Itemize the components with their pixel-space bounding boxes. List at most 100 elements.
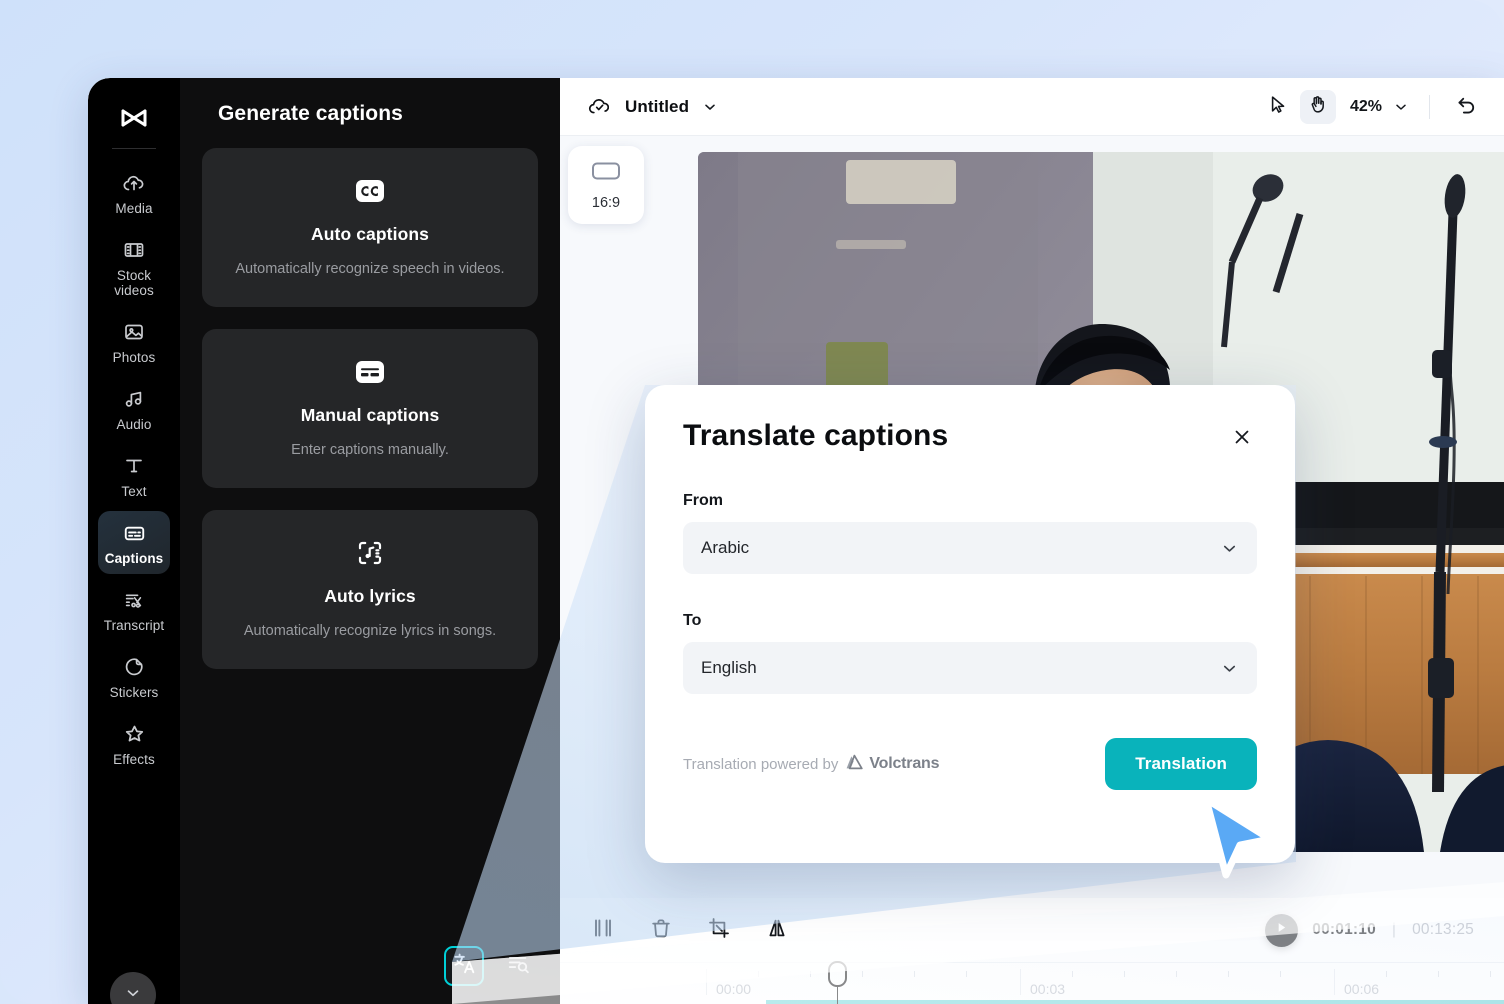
auto-lyrics-icon <box>353 536 387 570</box>
card-manual-captions[interactable]: Manual captions Enter captions manually. <box>202 329 538 488</box>
image-icon <box>122 319 146 345</box>
sidebar-item-media[interactable]: Media <box>98 161 170 224</box>
card-description: Enter captions manually. <box>291 442 449 458</box>
sidebar-item-photos[interactable]: Photos <box>98 310 170 373</box>
dialog-header: Translate captions <box>683 419 1257 454</box>
sidebar-item-label: Photos <box>112 350 156 365</box>
crop-icon <box>707 916 731 945</box>
close-button[interactable] <box>1227 424 1257 454</box>
sparkle-star-icon <box>122 721 147 747</box>
sidebar-item-text[interactable]: Text <box>98 444 170 507</box>
powered-by-text: Translation powered by <box>683 755 839 773</box>
film-strip-icon <box>122 237 146 263</box>
cloud-check-icon <box>586 94 612 120</box>
sidebar-item-captions[interactable]: Captions <box>98 511 170 574</box>
cursor-arrow-icon <box>1267 94 1288 120</box>
card-auto-captions[interactable]: Auto captions Automatically recognize sp… <box>202 148 538 307</box>
ruler-label: 00:06 <box>1344 981 1380 997</box>
powered-by-note: Translation powered by Volctrans <box>683 753 940 775</box>
dialog-title: Translate captions <box>683 419 949 452</box>
sidebar-item-label: Media <box>115 201 153 216</box>
timeline-clip-strip[interactable] <box>766 1000 1504 1004</box>
play-button[interactable] <box>1265 913 1299 947</box>
editor-topbar: Untitled 42% <box>560 78 1504 136</box>
ruler-label: 00:00 <box>716 981 752 997</box>
sidebar-item-label: Stickers <box>109 685 159 700</box>
chevron-down-icon <box>1220 539 1239 558</box>
select-tool-button[interactable] <box>1260 90 1296 124</box>
toolbar-divider <box>1429 94 1430 119</box>
ruler-major-tick <box>1334 969 1335 995</box>
mirror-button[interactable] <box>760 913 794 947</box>
caption-search-icon <box>506 951 531 981</box>
translate-captions-button[interactable] <box>444 946 484 986</box>
hand-icon <box>1307 94 1328 120</box>
dialog-footer: Translation powered by Volctrans Transla… <box>683 738 1257 790</box>
chevron-down-icon[interactable] <box>702 99 718 115</box>
card-auto-lyrics[interactable]: Auto lyrics Automatically recognize lyri… <box>202 510 538 669</box>
capcut-logo-icon[interactable] <box>110 94 158 142</box>
card-title: Auto lyrics <box>324 586 416 606</box>
timeline-ruler[interactable]: 00:00 00:03 00:06 <box>560 961 1504 1004</box>
undo-button[interactable] <box>1448 90 1484 124</box>
time-separator: | <box>1391 921 1397 938</box>
sidebar-item-transcript[interactable]: Transcript <box>98 578 170 641</box>
current-time: 00:01:10 <box>1312 921 1376 938</box>
translate-icon <box>452 951 477 981</box>
from-label: From <box>683 492 723 509</box>
sidebar-item-stock-videos[interactable]: Stock videos <box>98 228 170 306</box>
card-title: Manual captions <box>300 405 440 425</box>
split-button[interactable] <box>586 913 620 947</box>
to-language-select[interactable]: English <box>683 642 1257 694</box>
generate-captions-panel: Generate captions Auto captions Automati… <box>180 78 560 1004</box>
player-controls: 00:01:10 | 00:13:25 <box>1265 913 1504 947</box>
ruler-label: 00:03 <box>1030 981 1066 997</box>
volctrans-brand-name: Volctrans <box>869 755 940 772</box>
hand-tool-button[interactable] <box>1299 89 1336 124</box>
sidebar-item-label: Stock videos <box>114 268 154 298</box>
sidebar-item-label: Audio <box>116 417 152 432</box>
sidebar-item-audio[interactable]: Audio <box>98 377 170 440</box>
from-language-select[interactable]: Arabic <box>683 522 1257 574</box>
chevron-down-icon[interactable] <box>1393 99 1409 115</box>
timeline-playhead[interactable] <box>828 961 847 1004</box>
rail-expand-button[interactable] <box>110 972 156 1004</box>
sidebar-item-stickers[interactable]: Stickers <box>98 645 170 708</box>
sidebar-item-label: Transcript <box>103 618 165 633</box>
total-time: 00:13:25 <box>1412 921 1474 938</box>
sidebar-item-label: Captions <box>104 551 164 566</box>
text-t-icon <box>122 453 146 479</box>
caption-search-button[interactable] <box>498 946 538 986</box>
clip-toolbar: 00:01:10 | 00:13:25 <box>560 898 1504 962</box>
card-description: Automatically recognize lyrics in songs. <box>243 623 497 639</box>
split-icon <box>591 916 615 945</box>
left-rail: Media Stock videos Photos Audio Text Cap… <box>88 78 180 1004</box>
delete-button[interactable] <box>644 913 678 947</box>
topbar-right-group: 42% <box>1260 89 1484 124</box>
crop-button[interactable] <box>702 913 736 947</box>
to-language-value: English <box>701 658 757 677</box>
zoom-level: 42% <box>1349 97 1382 115</box>
card-description: Automatically recognize speech in videos… <box>235 261 505 277</box>
from-language-value: Arabic <box>701 538 750 557</box>
chevron-down-icon <box>1220 659 1239 678</box>
captions-icon <box>122 520 147 546</box>
panel-tool-row <box>444 946 538 986</box>
sidebar-item-label: Effects <box>113 752 155 767</box>
aspect-ratio-chip[interactable]: 16:9 <box>568 146 644 224</box>
chevron-down-icon <box>124 984 142 1004</box>
playhead-handle[interactable] <box>828 961 847 987</box>
aspect-ratio-label: 16:9 <box>591 194 621 211</box>
page-title: Generate captions <box>218 102 403 125</box>
card-title: Auto captions <box>311 224 429 244</box>
sidebar-item-effects[interactable]: Effects <box>98 712 170 775</box>
cloud-upload-icon <box>122 170 146 196</box>
project-title: Untitled <box>625 96 690 116</box>
rail-divider <box>112 148 156 149</box>
sticker-icon <box>122 654 146 680</box>
to-label: To <box>683 612 702 629</box>
translate-captions-dialog: Translate captions From Arabic To Englis… <box>645 385 1295 863</box>
aspect-ratio-icon <box>590 160 622 187</box>
cc-icon <box>353 174 387 208</box>
translation-submit-button[interactable]: Translation <box>1105 738 1257 790</box>
